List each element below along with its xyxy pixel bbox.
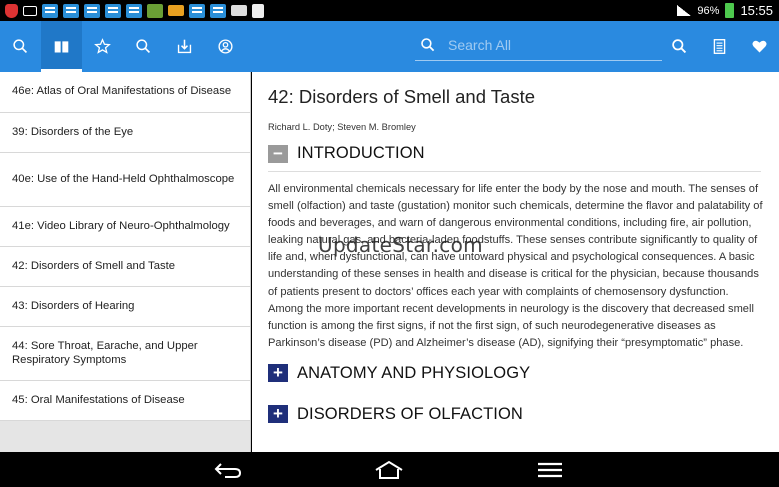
book-button[interactable] — [41, 21, 82, 72]
list-item-label: 46e: Atlas of Oral Manifestations of Dis… — [12, 85, 232, 98]
battery-icon — [725, 3, 735, 18]
collapse-button[interactable]: − — [268, 144, 288, 163]
menu-icon — [538, 462, 562, 478]
section-introduction[interactable]: − INTRODUCTION — [268, 144, 761, 172]
back-icon — [214, 463, 242, 478]
account-button[interactable] — [205, 21, 246, 72]
search-submit-button[interactable] — [659, 21, 699, 72]
star-icon — [94, 38, 111, 54]
search-icon — [136, 39, 151, 54]
clock: 15:55 — [740, 3, 773, 18]
app-icon — [126, 3, 142, 18]
favorite-button[interactable] — [739, 21, 779, 72]
chapter-content: 42: Disorders of Smell and Taste Richard… — [252, 72, 779, 452]
app-icon — [42, 3, 58, 18]
list-item-label: 44: Sore Throat, Earache, and Upper Resp… — [12, 339, 198, 366]
list-item[interactable]: 44: Sore Throat, Earache, and Upper Resp… — [0, 327, 250, 381]
notes-button[interactable] — [699, 21, 739, 72]
section-title: INTRODUCTION — [297, 144, 425, 162]
download-button[interactable] — [164, 21, 205, 72]
mail-icon — [23, 5, 37, 16]
menu-button[interactable] — [533, 459, 567, 481]
watermark: UpdateStar.com — [318, 233, 483, 257]
book-icon — [54, 41, 69, 53]
toolbar-right-group — [659, 21, 779, 72]
search-bar[interactable] — [415, 29, 662, 61]
list-item-label: 45: Oral Manifestations of Disease — [12, 393, 185, 406]
top-toolbar — [0, 21, 779, 72]
photo-icon — [231, 5, 247, 16]
battery-percent: 96% — [697, 4, 720, 17]
app-icon — [189, 3, 205, 18]
x-icon — [147, 3, 163, 18]
section-anatomy[interactable]: + ANATOMY AND PHYSIOLOGY — [268, 363, 763, 383]
list-item-label: 40e: Use of the Hand-Held Ophthalmoscope — [12, 172, 235, 185]
list-item[interactable]: 42: Disorders of Smell and Taste — [0, 247, 250, 287]
home-icon — [375, 460, 403, 479]
find-button[interactable] — [123, 21, 164, 72]
search-icon — [671, 39, 686, 54]
folder-icon — [168, 5, 184, 16]
toc-search-button[interactable] — [0, 21, 41, 72]
list-item[interactable]: 43: Disorders of Hearing — [0, 287, 250, 327]
search-icon — [421, 37, 435, 51]
back-button[interactable] — [211, 459, 245, 481]
heart-icon — [751, 40, 767, 53]
download-icon — [177, 39, 192, 54]
shield-icon — [5, 3, 18, 18]
home-button[interactable] — [372, 459, 406, 481]
toolbar-left-group — [0, 21, 264, 72]
navigation-bar — [0, 452, 779, 487]
expand-button[interactable]: + — [268, 363, 288, 383]
list-item[interactable]: 40e: Use of the Hand-Held Ophthalmoscope — [0, 153, 250, 207]
list-item-label: 39: Disorders of the Eye — [12, 125, 134, 138]
signal-icon — [677, 5, 692, 16]
favorites-button[interactable] — [82, 21, 123, 72]
section-title: ANATOMY AND PHYSIOLOGY — [297, 363, 531, 382]
intro-paragraph: All environmental chemicals necessary fo… — [268, 183, 763, 349]
expand-button[interactable]: + — [268, 404, 288, 424]
list-item-label: 43: Disorders of Hearing — [12, 299, 135, 312]
list-item[interactable]: 46e: Atlas of Oral Manifestations of Dis… — [0, 72, 250, 113]
status-bar: 96% 15:55 — [0, 0, 779, 21]
app-icon — [105, 3, 121, 18]
list-item[interactable]: 41e: Video Library of Neuro-Ophthalmolog… — [0, 207, 250, 247]
clipboard-icon — [252, 3, 264, 18]
authors: Richard L. Doty; Steven M. Bromley — [268, 122, 416, 132]
list-item[interactable]: 45: Oral Manifestations of Disease — [0, 381, 250, 421]
page-title: 42: Disorders of Smell and Taste — [268, 86, 536, 107]
app-icon — [63, 3, 79, 18]
list-item-label: 42: Disorders of Smell and Taste — [12, 259, 176, 272]
section-olfaction[interactable]: + DISORDERS OF OLFACTION — [268, 404, 763, 424]
chapter-list: 46e: Atlas of Oral Manifestations of Dis… — [0, 72, 251, 452]
search-icon — [13, 39, 28, 54]
search-input[interactable] — [448, 36, 648, 53]
list-item-label: 41e: Video Library of Neuro-Ophthalmolog… — [12, 219, 230, 232]
notification-icons — [0, 3, 264, 18]
section-title: DISORDERS OF OLFACTION — [297, 404, 523, 423]
document-icon — [713, 39, 725, 54]
app-icon — [210, 3, 226, 18]
user-icon — [218, 39, 233, 54]
status-right: 96% 15:55 — [677, 3, 779, 18]
list-item[interactable]: 39: Disorders of the Eye — [0, 113, 250, 153]
app-icon — [84, 3, 100, 18]
